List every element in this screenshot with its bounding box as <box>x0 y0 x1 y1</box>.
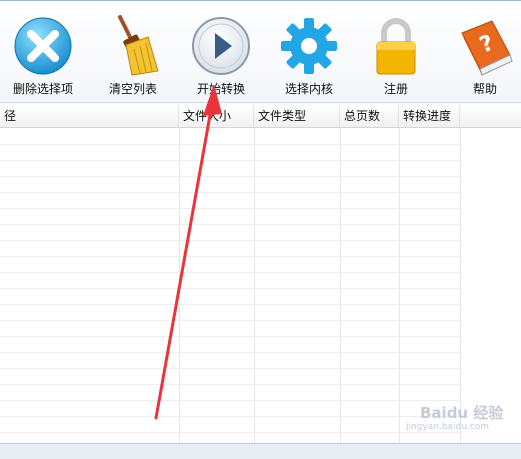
column-header-path[interactable]: 径 <box>0 105 179 127</box>
select-kernel-label: 选择内核 <box>284 82 333 96</box>
table-row <box>0 160 460 161</box>
clear-list-label: 清空列表 <box>108 82 157 96</box>
table-row <box>0 176 460 177</box>
gear-icon <box>278 15 340 77</box>
watermark-subtext: jingyan.baidu.com <box>406 422 490 432</box>
table-row <box>0 192 460 193</box>
table-row <box>0 416 460 417</box>
table-row <box>0 304 460 305</box>
column-divider <box>460 128 461 443</box>
table-row <box>0 320 460 321</box>
register-label: 注册 <box>383 82 408 96</box>
table-row <box>0 368 460 369</box>
help-button[interactable]: ? 帮助 <box>446 1 521 103</box>
table-row <box>0 352 460 353</box>
table-row <box>0 240 460 241</box>
watermark-text: Baidu 经验 <box>420 404 504 422</box>
table-row <box>0 208 460 209</box>
delete-x-icon <box>12 15 74 77</box>
start-convert-button[interactable]: 开始转换 <box>182 1 260 103</box>
delete-selected-button[interactable]: 删除选择项 <box>4 1 82 103</box>
file-list-table[interactable]: 径 文件大小 文件类型 总页数 转换进度 <box>0 105 521 443</box>
baidu-watermark: Baidu 经验 jingyan.baidu.com <box>398 402 516 436</box>
table-row <box>0 384 460 385</box>
table-header: 径 文件大小 文件类型 总页数 转换进度 <box>0 105 521 128</box>
table-row <box>0 288 460 289</box>
table-body[interactable] <box>0 128 521 443</box>
table-row <box>0 256 460 257</box>
status-bar <box>0 443 521 459</box>
table-row <box>0 224 460 225</box>
table-row <box>0 432 460 433</box>
toolbar: 删除选择项 清空列表 开始转换 选择内核 注册 ? 帮助 <box>0 0 521 103</box>
lock-icon <box>365 15 427 77</box>
column-header-file-type[interactable]: 文件类型 <box>254 105 340 127</box>
broom-icon <box>102 15 164 77</box>
clear-list-button[interactable]: 清空列表 <box>94 1 172 103</box>
column-header-progress[interactable]: 转换进度 <box>399 105 460 127</box>
play-icon <box>190 15 252 77</box>
register-button[interactable]: 注册 <box>357 1 435 103</box>
table-row <box>0 144 460 145</box>
delete-selected-label: 删除选择项 <box>12 82 73 96</box>
start-convert-label: 开始转换 <box>196 82 245 96</box>
column-header-file-size[interactable]: 文件大小 <box>179 105 254 127</box>
table-row <box>0 336 460 337</box>
column-header-page-count[interactable]: 总页数 <box>340 105 399 127</box>
table-row <box>0 272 460 273</box>
table-row <box>0 400 460 401</box>
help-book-icon: ? <box>454 15 516 77</box>
select-kernel-button[interactable]: 选择内核 <box>270 1 348 103</box>
help-label: 帮助 <box>472 82 497 96</box>
